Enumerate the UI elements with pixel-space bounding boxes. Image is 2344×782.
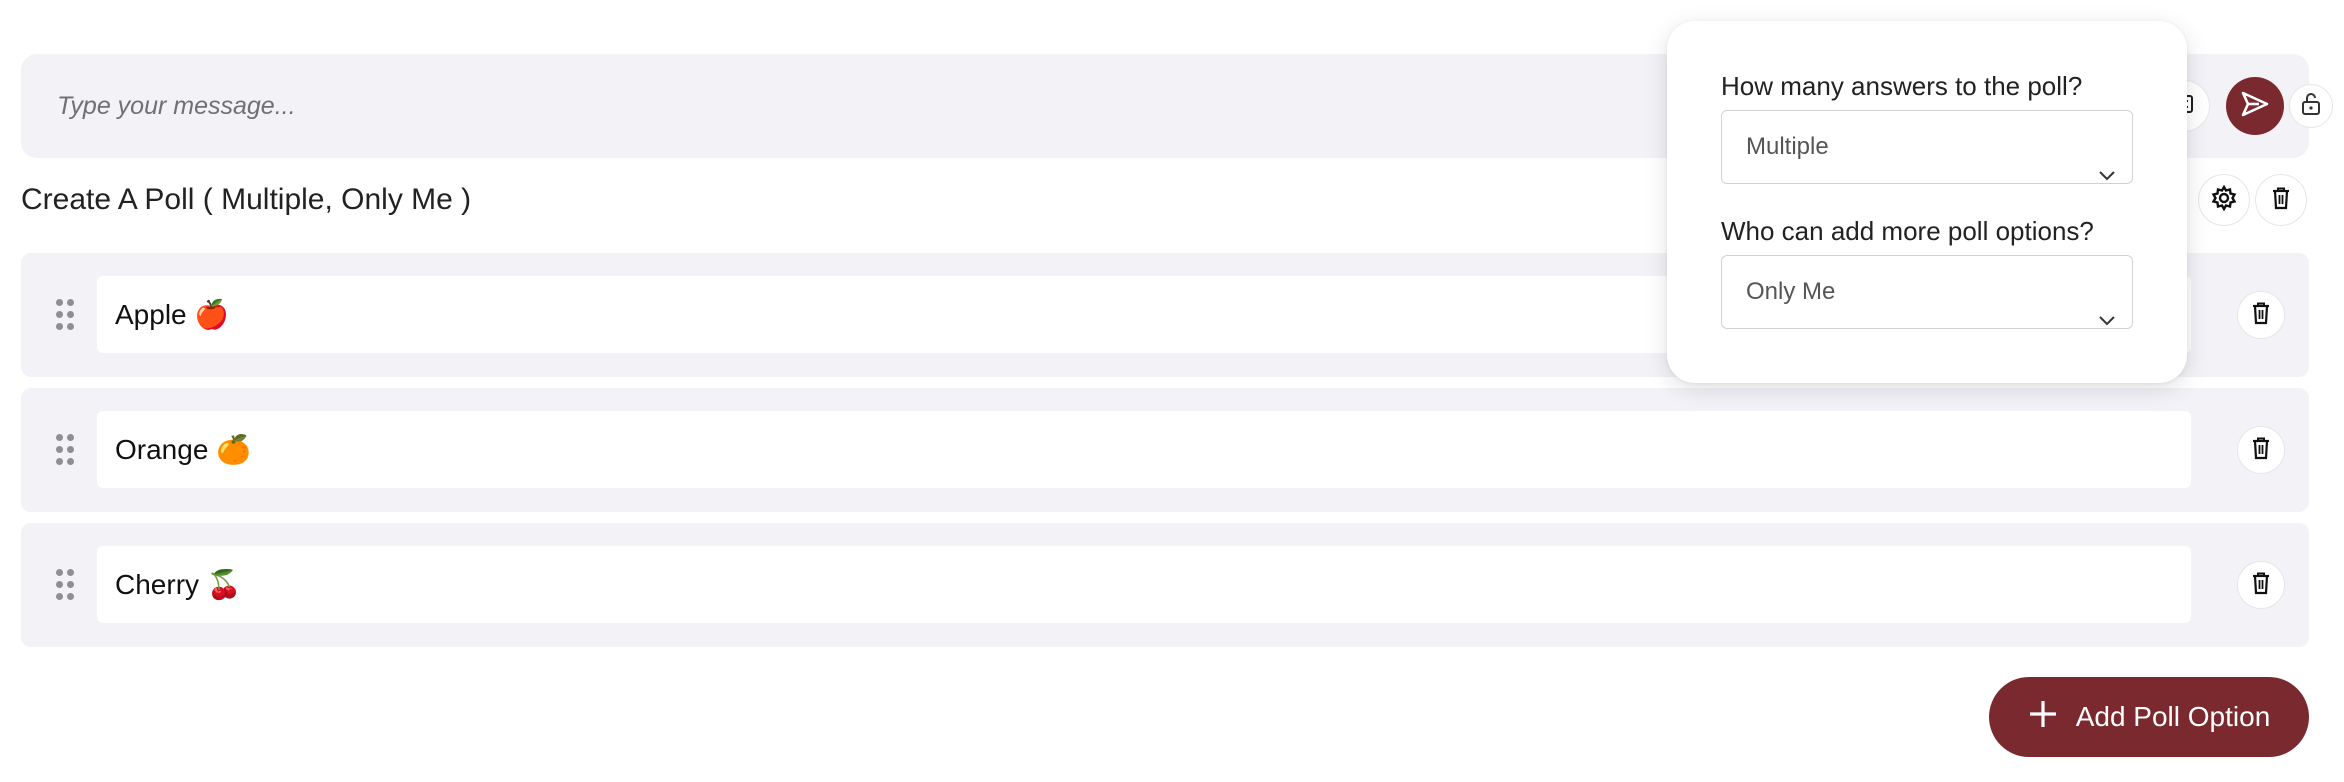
delete-option-button[interactable] (2237, 291, 2285, 339)
lock-icon (2300, 92, 2322, 121)
trash-icon (2251, 301, 2271, 330)
chevron-down-icon (2098, 139, 2116, 211)
add-poll-option-button[interactable]: Add Poll Option (1989, 677, 2309, 757)
add-options-permission-label: Who can add more poll options? (1721, 216, 2094, 246)
add-options-permission-select[interactable]: Only Me (1721, 255, 2133, 329)
poll-title: Create A Poll ( Multiple, Only Me ) (21, 183, 472, 216)
poll-settings-button[interactable] (2198, 174, 2250, 226)
gear-icon (2210, 184, 2238, 217)
send-button[interactable] (2226, 77, 2284, 135)
poll-option-row: Cherry 🍒 (21, 523, 2309, 647)
add-options-permission-value: Only Me (1746, 278, 1836, 305)
chevron-down-icon (2098, 284, 2116, 356)
delete-option-button[interactable] (2237, 426, 2285, 474)
delete-option-button[interactable] (2237, 561, 2285, 609)
poll-settings-popover: How many answers to the poll? Multiple W… (1667, 21, 2187, 383)
trash-icon (2271, 186, 2291, 215)
poll-option-row: Orange 🍊 (21, 388, 2309, 512)
message-input-placeholder[interactable]: Type your message... (57, 92, 296, 121)
delete-poll-button[interactable] (2255, 174, 2307, 226)
trash-icon (2251, 571, 2271, 600)
poll-option-input[interactable]: Cherry 🍒 (97, 546, 2191, 623)
answers-count-value: Multiple (1746, 133, 1829, 160)
lock-button[interactable] (2289, 84, 2333, 128)
answers-count-select[interactable]: Multiple (1721, 110, 2133, 184)
send-icon (2240, 90, 2270, 123)
drag-handle-icon[interactable] (56, 299, 76, 331)
poll-option-input[interactable]: Orange 🍊 (97, 411, 2191, 488)
trash-icon (2251, 436, 2271, 465)
plus-icon (2028, 699, 2058, 736)
answers-count-label: How many answers to the poll? (1721, 71, 2083, 101)
drag-handle-icon[interactable] (56, 434, 76, 466)
add-poll-option-label: Add Poll Option (2075, 701, 2271, 732)
drag-handle-icon[interactable] (56, 569, 76, 601)
